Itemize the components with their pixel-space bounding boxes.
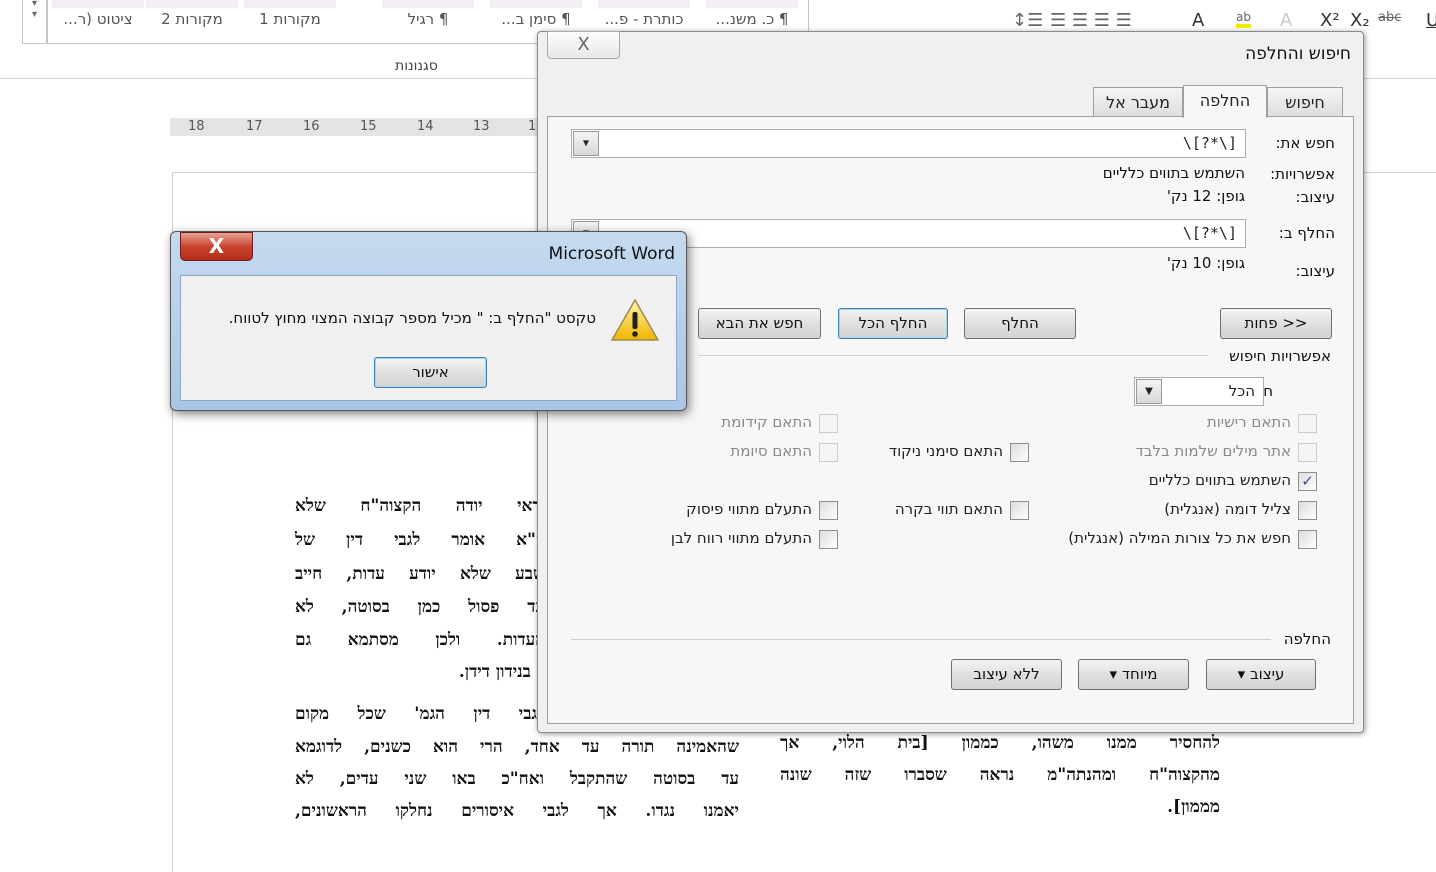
ruler-tick: 18 <box>188 119 205 134</box>
style-item[interactable]: מקורות 2 <box>142 0 242 38</box>
whole-words-label: אתר מילים שלמות בלבד <box>1135 442 1291 460</box>
ruler-tick: 17 <box>246 119 263 134</box>
less-button[interactable]: << פחות <box>1220 308 1332 339</box>
ruler-tick: 15 <box>360 119 377 134</box>
message-body: טקסט "החלף ב: " מכיל מספר קבוצה המצוי מח… <box>180 275 677 401</box>
doc-line: לגבי דין הגמ' שכל מקום <box>295 704 545 724</box>
find-next-button[interactable]: חפש את הבא <box>698 308 821 339</box>
find-input[interactable]: \[?*\] ▼ <box>571 129 1246 158</box>
doc-line: ק"א אומר לגבי דין של <box>295 530 545 550</box>
diacritics-checkbox[interactable] <box>1010 443 1029 462</box>
find-value: \[?*\] <box>1182 134 1237 152</box>
style-item[interactable]: ציטוט (ר... <box>48 0 148 38</box>
doc-line: יאמנו נגדו. אך לגבי איסורים נחלקו הראשונ… <box>295 801 739 821</box>
close-icon: X <box>208 234 225 258</box>
dialog-title: חיפוש והחלפה <box>1245 44 1351 64</box>
doc-line: עד פסול כמן בסוטה, לא <box>295 597 545 617</box>
chevron-down-icon[interactable]: ▼ <box>573 131 599 156</box>
styles-group-label: סגנונות <box>395 58 438 74</box>
divider <box>571 639 1271 640</box>
doc-line: העדות. ולכן מסתמא גם <box>295 630 545 650</box>
underline-button[interactable]: U <box>1426 10 1436 31</box>
find-label: חפש את: <box>1275 134 1335 152</box>
prefix-label: התאם קידומת <box>721 413 812 431</box>
options-label: אפשרויות: <box>1270 165 1335 183</box>
ignore-space-label: התעלם מתווי רווח לבן <box>670 529 812 547</box>
style-item[interactable]: ¶ רגיל <box>378 0 478 38</box>
superscript-button[interactable]: X² <box>1320 10 1340 31</box>
doc-line: שהאמינה תורה עד אחד, הרי הוא כשנים, לדוג… <box>295 737 739 757</box>
ruler-tick: 16 <box>303 119 320 134</box>
tab-goto[interactable]: מעבר אל <box>1093 87 1183 118</box>
special-button[interactable]: מיוחד ▾ <box>1078 659 1189 690</box>
message-text: טקסט "החלף ב: " מכיל מספר קבוצה המצוי מח… <box>228 309 596 327</box>
doc-line: שבע שלא יודע עדות, חייב <box>295 564 545 584</box>
match-case-label: התאם רישיות <box>1206 413 1291 431</box>
no-formatting-button[interactable]: ללא עיצוב <box>951 659 1062 690</box>
replace-label: החלף ב: <box>1278 224 1335 242</box>
sounds-like-checkbox[interactable] <box>1298 501 1317 520</box>
format-label: עיצוב: <box>1295 188 1335 206</box>
strikethrough-button[interactable]: abc <box>1378 10 1401 25</box>
format-button[interactable]: עיצוב ▾ <box>1206 659 1316 690</box>
line-spacing-icon[interactable]: ↕☰ <box>1012 10 1043 31</box>
divider <box>698 355 1208 356</box>
chevron-down-icon[interactable]: ▼ <box>1136 379 1162 404</box>
ruler-tick: 14 <box>417 119 434 134</box>
find-format-value: גופן: 12 נק' <box>1166 187 1245 205</box>
sounds-like-label: צליל דומה (אנגלית) <box>1164 500 1291 518</box>
wildcards-checkbox[interactable]: ✓ <box>1298 472 1317 491</box>
doc-line: להחסיר ממנו משהו, כממון [בית הלוי, אך <box>780 733 1220 753</box>
replace-all-button[interactable]: החלף הכל <box>838 308 948 339</box>
close-icon: X <box>577 34 590 55</box>
align-icons[interactable]: ☰ ☰ ☰ ☰ <box>1050 10 1132 31</box>
wildcards-label: השתמש בתווים כלליים <box>1148 471 1291 489</box>
text-effects-button[interactable]: A <box>1280 10 1292 31</box>
check-icon: ✓ <box>1301 472 1314 490</box>
close-button[interactable]: X <box>547 31 620 59</box>
suffix-label: התאם סיומת <box>730 442 812 460</box>
subscript-button[interactable]: X₂ <box>1350 10 1370 31</box>
diacritics-label: התאם סימני ניקוד <box>888 442 1003 460</box>
message-title: Microsoft Word <box>548 244 675 264</box>
doc-line: עד בסוטה שהתקבל ואח"כ באו שני עדים, לא <box>295 769 739 789</box>
close-button[interactable]: X <box>180 232 253 261</box>
ruler[interactable]: 18 17 16 15 14 13 1 <box>170 118 540 136</box>
doc-line: ב בנידון דידן. <box>458 662 545 682</box>
ok-button[interactable]: אישור <box>374 357 487 388</box>
style-item[interactable]: מקורות 1 <box>240 0 340 38</box>
message-box: Microsoft Word X טקסט "החלף ב: " מכיל מס… <box>170 231 687 411</box>
suffix-checkbox[interactable] <box>819 443 838 462</box>
ignore-space-checkbox[interactable] <box>819 530 838 549</box>
search-direction-value: הכל <box>1228 382 1255 400</box>
ignore-punct-label: התעלם מתווי פיסוק <box>686 500 812 518</box>
doc-line: מממון]. <box>1167 797 1220 817</box>
warning-icon <box>611 299 659 341</box>
replace-button[interactable]: החלף <box>964 308 1076 339</box>
all-forms-checkbox[interactable] <box>1298 530 1317 549</box>
format-label: עיצוב: <box>1295 262 1335 280</box>
gallery-scroll[interactable]: ▾ ▾ <box>22 0 47 44</box>
all-forms-label: חפש את כל צורות המילה (אנגלית) <box>1068 529 1291 547</box>
search-options-heading: אפשרויות חיפוש <box>1229 347 1331 365</box>
doc-line: מהקצוה"ח ומהנתה"מ נראה שסברו שזה שונה <box>780 765 1220 785</box>
kashida-label: התאם תווי בקרה <box>894 500 1003 518</box>
ruler-tick: 13 <box>473 119 490 134</box>
search-direction-select[interactable]: הכל ▼ <box>1134 377 1264 406</box>
replace-format-value: גופן: 10 נק' <box>1166 254 1245 272</box>
replace-section-heading: החלפה <box>1283 630 1331 648</box>
options-value: השתמש בתווים כלליים <box>1102 164 1245 182</box>
tab-find[interactable]: חיפוש <box>1267 87 1343 118</box>
tab-replace[interactable]: החלפה <box>1183 85 1267 118</box>
match-case-checkbox[interactable] <box>1298 414 1317 433</box>
doc-line: ודאי יודה הקצוה"ח שלא <box>295 496 545 516</box>
prefix-checkbox[interactable] <box>819 414 838 433</box>
ignore-punct-checkbox[interactable] <box>819 501 838 520</box>
whole-words-checkbox[interactable] <box>1298 443 1317 462</box>
kashida-checkbox[interactable] <box>1010 501 1029 520</box>
replace-value: \[?*\] <box>1182 224 1237 242</box>
ruler-tick: 1 <box>528 119 537 134</box>
highlight-button[interactable]: ab <box>1236 10 1251 28</box>
